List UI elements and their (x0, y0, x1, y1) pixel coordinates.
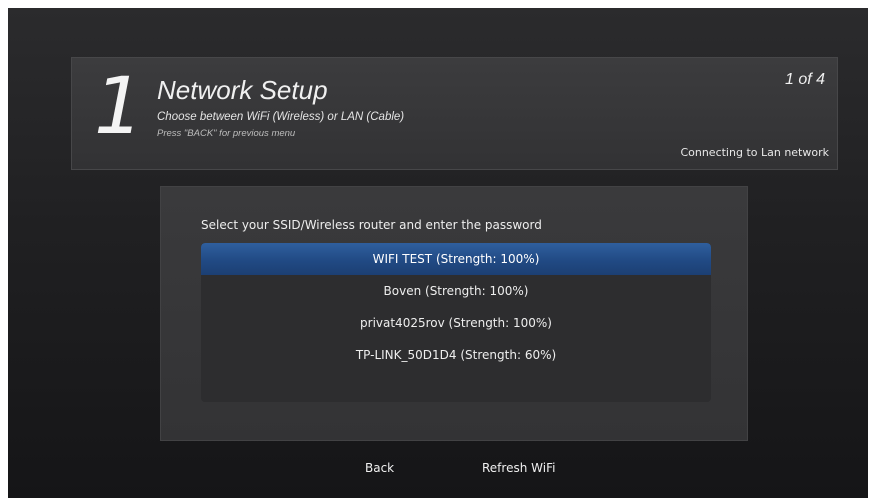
network-item-boven[interactable]: Boven (Strength: 100%) (201, 275, 711, 307)
page-subtitle: Choose between WiFi (Wireless) or LAN (C… (157, 111, 405, 123)
refresh-wifi-button[interactable]: Refresh WiFi (482, 460, 555, 476)
page-title: Network Setup (157, 75, 328, 105)
network-item-tp-link[interactable]: TP-LINK_50D1D4 (Strength: 60%) (201, 339, 711, 371)
back-button[interactable]: Back (365, 460, 394, 476)
header-panel: 1 Network Setup Choose between WiFi (Wir… (71, 57, 838, 170)
instruction-text: Select your SSID/Wireless router and ent… (201, 218, 542, 232)
step-indicator: 1 of 4 (784, 71, 825, 88)
network-item-wifi-test[interactable]: WIFI TEST (Strength: 100%) (201, 243, 711, 275)
network-item-privat4025rov[interactable]: privat4025rov (Strength: 100%) (201, 307, 711, 339)
back-hint: Press "BACK" for previous menu (157, 128, 296, 139)
network-list: WIFI TEST (Strength: 100%) Boven (Streng… (201, 243, 711, 402)
wifi-selection-panel: Select your SSID/Wireless router and ent… (160, 186, 748, 441)
connection-status: Connecting to Lan network (680, 146, 829, 159)
tv-screen: 1 Network Setup Choose between WiFi (Wir… (8, 8, 868, 498)
step-number: 1 (94, 62, 144, 152)
